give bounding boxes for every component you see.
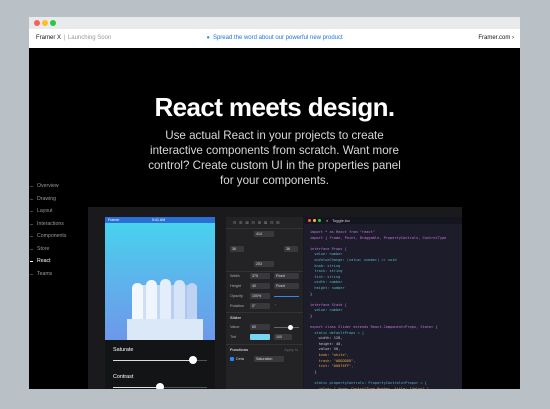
- value-slider[interactable]: [274, 325, 299, 330]
- opacity-label: Opacity: [230, 294, 243, 298]
- contrast-fill: [113, 387, 160, 388]
- value-row: Value 60: [230, 324, 299, 331]
- nav-item-interactions[interactable]: Interactions: [29, 218, 89, 231]
- slider-section-title: Slider: [230, 315, 242, 320]
- value-field[interactable]: 60: [250, 324, 270, 330]
- side-navigation: Overview Drawing Layout Interactions Com…: [29, 180, 89, 280]
- opacity-row: Opacity 100%: [230, 293, 299, 300]
- align-icons[interactable]: ⊟⊞⊠⊟⊞⊠⊟⊞: [233, 220, 282, 225]
- carrier: Framer: [108, 218, 120, 222]
- align-toolbar: ⊟⊞⊠⊟⊞⊠⊟⊞: [230, 220, 299, 227]
- rotation-dial-icon[interactable]: ◔: [274, 303, 276, 307]
- contrast-knob[interactable]: [156, 383, 164, 389]
- tint-row: Tint 100: [230, 334, 299, 341]
- saturate-fill: [113, 360, 193, 361]
- function-item: Deta Saturation: [230, 356, 299, 363]
- function-select[interactable]: Saturation: [254, 356, 284, 362]
- height-field[interactable]: 40: [250, 283, 270, 289]
- hero-line: interactive components from scratch. Wan…: [150, 144, 399, 157]
- value-label: Value: [230, 325, 240, 329]
- nav-item-teams[interactable]: Teams: [29, 268, 89, 281]
- top-bar: Framer X | Launching Soon ● Spread the wo…: [29, 29, 520, 48]
- framer-com-link[interactable]: Framer.com ›: [478, 35, 514, 41]
- tweet-banner[interactable]: ● Spread the word about our powerful new …: [29, 35, 520, 41]
- function-name: Deta: [236, 357, 245, 361]
- divider: [226, 312, 303, 313]
- code-editor: ▪ Toggle.tsx import * as React from "rea…: [304, 217, 462, 389]
- opacity-slider[interactable]: [274, 296, 299, 297]
- twitter-bird-icon: ●: [206, 35, 210, 41]
- nav-item-store[interactable]: Store: [29, 243, 89, 256]
- tweet-text: Spread the word about our powerful new p…: [212, 35, 343, 41]
- width-mode-select[interactable]: Fixed: [274, 273, 299, 279]
- height-mode-select[interactable]: Fixed: [274, 283, 299, 289]
- rotation-row: Rotation 0° ◔: [230, 303, 299, 310]
- browser-window: Framer X | Launching Soon ● Spread the wo…: [29, 17, 520, 389]
- saturate-label: Saturate: [113, 347, 134, 353]
- height-row: Height 40 Fixed: [230, 283, 299, 290]
- window-chrome: [29, 17, 520, 29]
- rotation-field[interactable]: 0°: [250, 303, 270, 309]
- contrast-slider[interactable]: [113, 383, 207, 389]
- editor-minimize-icon[interactable]: [313, 219, 316, 222]
- code-line: export class Slider extends React.Compon…: [310, 325, 438, 330]
- tint-field[interactable]: 100: [274, 334, 292, 340]
- editor-maximize-icon[interactable]: [318, 219, 321, 222]
- framer-app-screenshot: Framer 9:41 AM Saturate Contrast ⊟⊞⊠⊟⊞⊠⊟…: [88, 207, 462, 389]
- hero-line: control? Create custom UI in the propert…: [148, 159, 401, 172]
- saturate-knob[interactable]: [188, 356, 197, 364]
- function-checkbox[interactable]: [230, 357, 234, 361]
- opacity-field[interactable]: 100%: [250, 293, 270, 299]
- frame-x-field[interactable]: 36: [230, 246, 244, 252]
- nav-item-components[interactable]: Components: [29, 230, 89, 243]
- editor-close-icon[interactable]: [308, 219, 311, 222]
- saturate-slider[interactable]: [113, 356, 207, 364]
- code-body[interactable]: import * as React from "react" import { F…: [310, 230, 460, 389]
- tint-color-swatch[interactable]: [250, 334, 270, 340]
- nav-item-react[interactable]: React: [29, 255, 89, 268]
- divider: [226, 344, 303, 345]
- frame-h-field[interactable]: 253: [254, 261, 274, 267]
- nav-item-layout[interactable]: Layout: [29, 205, 89, 218]
- code-line: import { Frame, Point, Draggable, Proper…: [310, 235, 447, 240]
- functions-row: Functions Apply to: [230, 347, 299, 354]
- hero-title: React meets design.: [154, 92, 395, 122]
- value-knob[interactable]: [288, 325, 293, 330]
- code-line: value: { type: ControlType.Number, title…: [310, 386, 432, 389]
- hero-line: Use actual React in your projects to cre…: [165, 129, 384, 142]
- editor-titlebar: ▪ Toggle.tsx: [304, 217, 462, 224]
- rotation-label: Rotation: [230, 304, 245, 308]
- divider: [226, 228, 303, 229]
- hero-description: Use actual React in your projects to cre…: [119, 128, 430, 188]
- width-field[interactable]: 375: [250, 273, 270, 279]
- file-icon: ▪: [326, 218, 329, 223]
- phone-preview: Framer 9:41 AM Saturate Contrast: [105, 217, 215, 389]
- functions-section-title: Functions: [230, 348, 249, 352]
- apply-to-label: Apply to: [284, 348, 298, 352]
- minimize-dot-icon[interactable]: [42, 20, 48, 26]
- height-label: Height: [230, 284, 241, 288]
- close-dot-icon[interactable]: [34, 20, 40, 26]
- contrast-label: Contrast: [113, 374, 134, 380]
- tint-label: Tint: [230, 335, 237, 339]
- properties-panel: ⊟⊞⊠⊟⊞⊠⊟⊞ 414 36 36 253 Width 375 Fixed H…: [226, 217, 303, 389]
- editor-filename: Toggle.tsx: [332, 218, 351, 223]
- frame-y-field[interactable]: 36: [284, 246, 298, 252]
- frame-w-field[interactable]: 414: [254, 231, 274, 237]
- nav-item-overview[interactable]: Overview: [29, 180, 89, 193]
- nav-item-drawing[interactable]: Drawing: [29, 193, 89, 206]
- status-time: 9:41 AM: [152, 218, 166, 222]
- sculpture-photo: [105, 223, 215, 340]
- maximize-dot-icon[interactable]: [50, 20, 56, 26]
- hero-line: for your components.: [220, 174, 329, 187]
- width-label: Width: [230, 274, 240, 278]
- width-row: Width 375 Fixed: [230, 273, 299, 280]
- divider: [226, 271, 303, 272]
